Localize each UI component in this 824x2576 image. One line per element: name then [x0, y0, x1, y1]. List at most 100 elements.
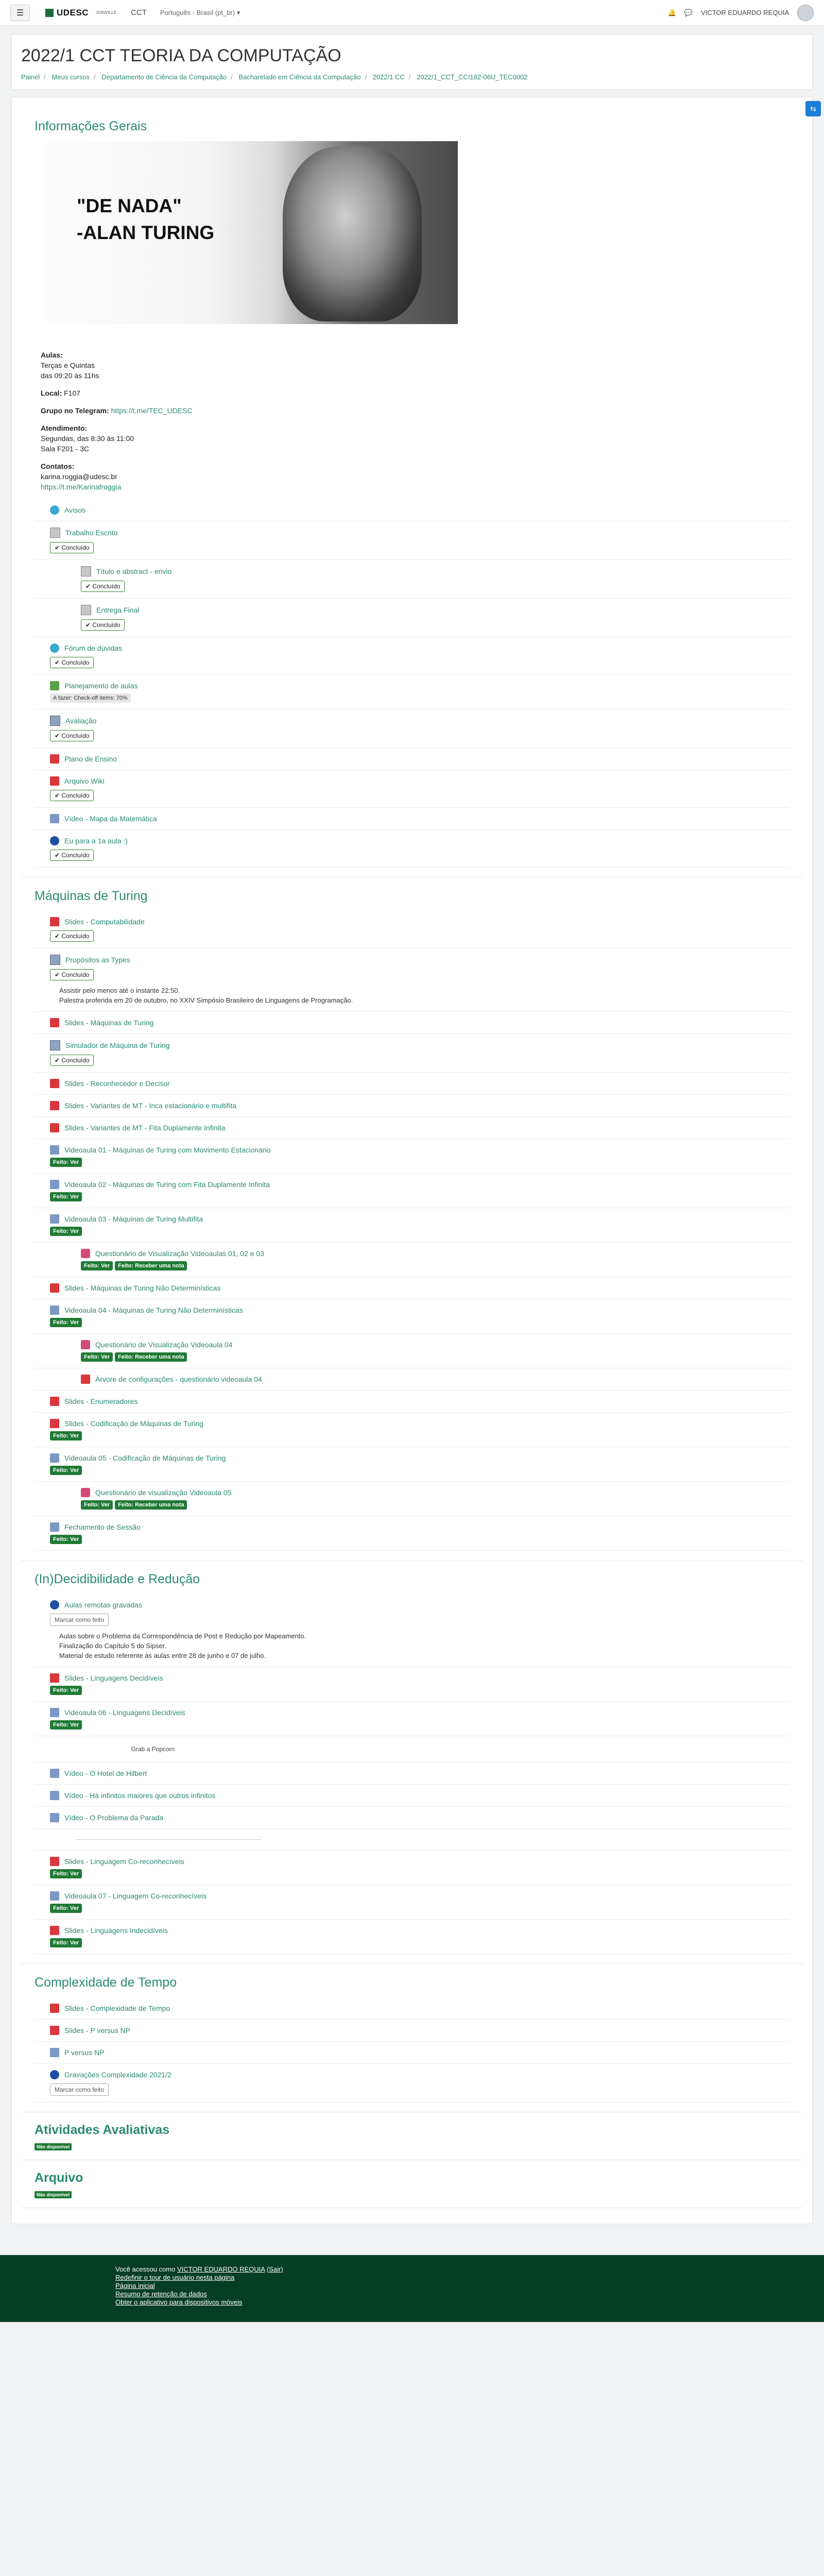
activity-link[interactable]: Entrega Final	[96, 606, 139, 614]
reset-tour-link[interactable]: Redefinir o tour de usuário nesta página	[115, 2274, 824, 2282]
activity-link[interactable]: Vídeo - O Hotel de Hilbert	[64, 1769, 147, 1777]
breadcrumb-item[interactable]: Departamento de Ciência da Computação	[101, 73, 227, 81]
checklist-icon	[50, 681, 59, 690]
bell-icon[interactable]: 🔔	[668, 9, 676, 17]
activity-link[interactable]: Slides - Linguagem Co-reconhecíveis	[64, 1857, 184, 1866]
status-badge: Feito: Ver	[50, 1535, 82, 1544]
activity-link[interactable]: Título e abstract - envio	[96, 567, 171, 575]
completion-button[interactable]: ✔ Concluído	[81, 581, 125, 592]
course-info: Aulas: Terças e Quintas das 09:20 às 11h…	[41, 350, 789, 492]
activity-link[interactable]: Questionário de Visualização Videoaula 0…	[95, 1341, 232, 1349]
language-selector[interactable]: Português - Brasil (pt_br) ▾	[160, 9, 240, 17]
activity-link[interactable]: Slides - Máquinas de Turing	[64, 1019, 154, 1027]
description-line: Finalização do Capítulo 5 do Sipser.	[59, 1642, 167, 1650]
completion-button[interactable]: ✔ Concluído	[50, 850, 94, 861]
activity-link[interactable]: Slides - Linguagens Decidíveis	[64, 1674, 163, 1682]
drawer-toggle-icon[interactable]: ⇆	[805, 101, 821, 116]
pdf-icon	[50, 1857, 59, 1866]
data-retention-link[interactable]: Resumo de retenção de dados	[115, 2290, 824, 2298]
activity-link[interactable]: Slides - Complexidade de Tempo	[64, 2004, 170, 2012]
activity-link[interactable]: Slides - Linguagens Indecidíveis	[64, 1926, 168, 1935]
avatar[interactable]	[797, 4, 814, 21]
completion-button[interactable]: ✔ Concluído	[50, 969, 94, 980]
completion-button[interactable]: ✔ Concluído	[50, 1055, 94, 1066]
chat-icon[interactable]: 💬	[684, 9, 693, 17]
activity-link[interactable]: Fórum de dúvidas	[64, 644, 122, 652]
activity-link[interactable]: Vídeo - Há infinitos maiores que outros …	[64, 1791, 215, 1800]
activity-link[interactable]: Videoaula 06 - Linguagens Decidíveis	[64, 1708, 185, 1717]
telegram-contact-link[interactable]: https://t.me/Karinafroggia	[41, 483, 121, 491]
video-icon	[50, 1145, 59, 1155]
info-label: Grupo no Telegram:	[41, 406, 109, 415]
breadcrumb-item[interactable]: Bacharelado em Ciência da Computação	[238, 73, 360, 81]
home-link[interactable]: Página inicial	[115, 2282, 824, 2290]
activity-link[interactable]: Videoaula 07 - Linguagem Co-reconhecívei…	[64, 1892, 207, 1900]
status-badge: Feito: Receber uma nota	[115, 1500, 187, 1510]
pdf-icon	[50, 1673, 59, 1683]
breadcrumb-item[interactable]: Meus cursos	[52, 73, 90, 81]
section-title: Arquivo	[35, 2171, 83, 2185]
mark-done-button[interactable]: Marcar como feito	[50, 2083, 109, 2096]
logout-link[interactable]: (Sair)	[267, 2265, 283, 2273]
activity-link[interactable]: Slides - Máquinas de Turing Não Determin…	[64, 1284, 220, 1292]
activity-link[interactable]: Aulas remotas gravadas	[64, 1601, 142, 1609]
user-profile-link[interactable]: VICTOR EDUARDO REQUIA	[177, 2265, 265, 2273]
activity-link[interactable]: Árvore de configurações - questionário v…	[95, 1375, 262, 1383]
activity-link[interactable]: Arquivo Wiki	[64, 777, 105, 785]
activity-link[interactable]: Questionário de visualização Videoaula 0…	[95, 1488, 231, 1497]
activity-link[interactable]: Slides - Variantes de MT - Fita Duplamen…	[64, 1124, 225, 1132]
activity-link[interactable]: Videoaula 04 - Máquinas de Turing Não De…	[64, 1306, 243, 1314]
activity-link[interactable]: Planejamento de aulas	[64, 682, 138, 690]
activity-link[interactable]: Videoaula 03 - Máquinas de Turing Multif…	[64, 1215, 203, 1223]
video-icon	[50, 1813, 59, 1822]
activity-link[interactable]: Fechamento de Sessão	[64, 1523, 141, 1531]
list-item: Slides - Máquinas de Turing Não Determin…	[35, 1277, 789, 1299]
activity-link[interactable]: Vídeo - Mapa da Matemática	[64, 815, 157, 823]
user-name[interactable]: VICTOR EDUARDO REQUIA	[701, 9, 789, 16]
breadcrumb-item[interactable]: 2022/1 CC	[373, 73, 405, 81]
activity-link[interactable]: Simulador de Máquina de Turing	[65, 1041, 169, 1049]
activity-link[interactable]: Videoaula 01 - Máquinas de Turing com Mo…	[64, 1146, 271, 1154]
nav-item-cct[interactable]: CCT	[131, 8, 147, 17]
breadcrumb-item[interactable]: 2022/1_CCT_CCI182-06U_TEC0002	[417, 73, 527, 81]
completion-button[interactable]: ✔ Concluído	[50, 790, 94, 801]
activity-link[interactable]: Propósitos as Types	[65, 956, 130, 964]
mark-done-button[interactable]: Marcar como feito	[50, 1614, 109, 1626]
activity-link[interactable]: Vídeo - O Problema da Parada	[64, 1814, 163, 1822]
completion-button[interactable]: ✔ Concluído	[50, 542, 94, 553]
video-icon	[50, 1891, 59, 1901]
activity-link[interactable]: Plano de Ensino	[64, 755, 117, 763]
activity-link[interactable]: Avaliação	[65, 717, 96, 725]
activity-link[interactable]: Gravações Complexidade 2021/2	[64, 2071, 171, 2079]
activity-link[interactable]: Slides - Computabilidade	[64, 918, 145, 926]
completion-button[interactable]: ✔ Concluído	[50, 930, 94, 942]
telegram-link[interactable]: https://t.me/TEC_UDESC	[111, 406, 193, 415]
activity-link[interactable]: Eu para a 1a aula :)	[64, 837, 128, 845]
list-item: Slides - Codificação de Máquinas de Turi…	[35, 1413, 789, 1447]
completion-button[interactable]: ✔ Concluído	[50, 657, 94, 668]
activity-link[interactable]: Videoaula 02 - Máquinas de Turing com Fi…	[64, 1180, 270, 1189]
section-title: (In)Decidibilidade e Redução	[35, 1572, 200, 1586]
activity-link[interactable]: Videoaula 05 - Codificação de Máquinas d…	[64, 1454, 226, 1462]
pdf-icon	[50, 1018, 59, 1027]
activity-link[interactable]: Slides - Codificação de Máquinas de Turi…	[64, 1419, 203, 1428]
activity-link[interactable]: Slides - P versus NP	[64, 2026, 130, 2035]
activity-link[interactable]: Questionário de Visualização Videoaulas …	[95, 1249, 264, 1258]
activity-link[interactable]: Slides - Enumeradores	[64, 1397, 138, 1405]
logo-text: UDESC	[57, 7, 89, 18]
activity-link[interactable]: Slides - Variantes de MT - Inca estacion…	[64, 1101, 236, 1110]
activity-link[interactable]: Trabalho Escrito	[65, 529, 117, 537]
list-item: Slides - P versus NP	[35, 2020, 789, 2042]
menu-toggle-button[interactable]: ☰	[10, 4, 30, 21]
breadcrumb-item[interactable]: Painel	[21, 73, 40, 81]
mobile-app-link[interactable]: Obter o aplicativo para dispositivos móv…	[115, 2298, 824, 2307]
quiz-icon	[81, 1340, 90, 1349]
activity-link[interactable]: P versus NP	[64, 2048, 105, 2057]
completion-button[interactable]: ✔ Concluído	[50, 730, 94, 741]
pdf-icon	[50, 1419, 59, 1428]
activity-link[interactable]: Avisos	[64, 506, 85, 514]
list-item: Trabalho Escrito ✔ Concluído	[35, 521, 789, 560]
completion-button[interactable]: ✔ Concluído	[81, 619, 125, 631]
activity-link[interactable]: Slides - Reconhecedor e Decisor	[64, 1079, 170, 1088]
site-logo[interactable]: UDESC	[45, 8, 89, 18]
